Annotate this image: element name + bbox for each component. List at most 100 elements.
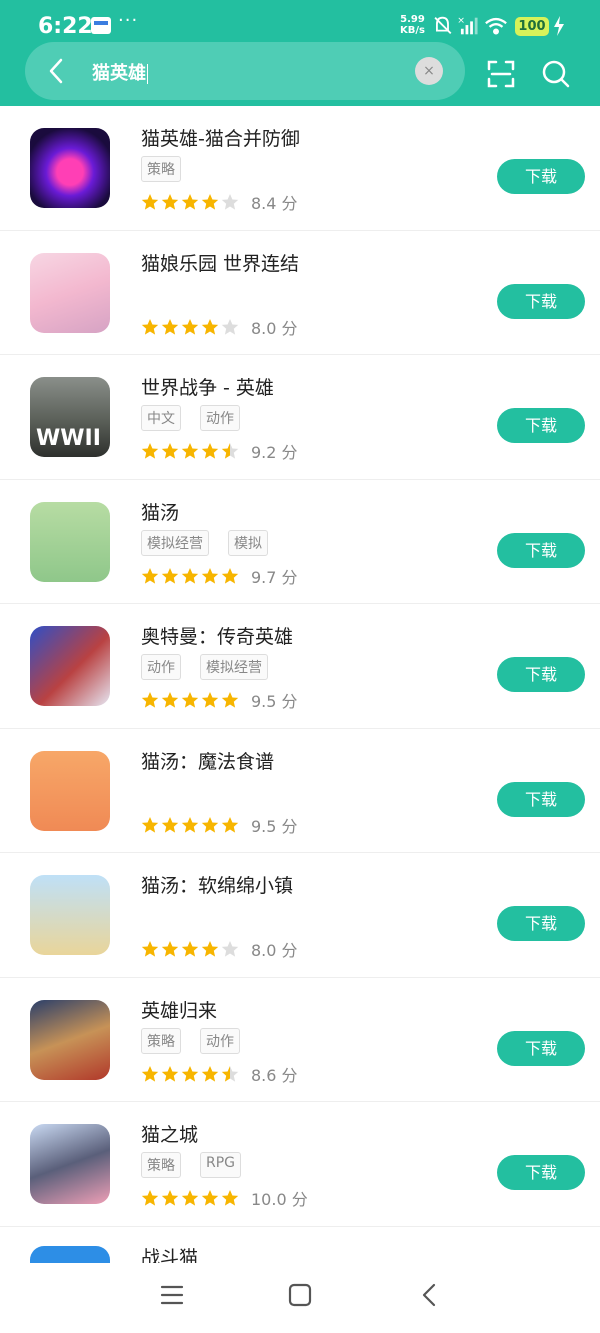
purple-cat-icon[interactable] bbox=[30, 128, 110, 208]
star-icon bbox=[161, 1065, 179, 1082]
app-name[interactable]: 英雄归来 bbox=[141, 996, 217, 1023]
star-rating bbox=[141, 193, 239, 211]
status-time: 6:22 bbox=[38, 14, 93, 39]
list-item[interactable]: 猫之城 策略 RPG 10.0 分 下载 bbox=[0, 1102, 600, 1227]
search-bar[interactable] bbox=[25, 42, 465, 100]
soldier-icon[interactable]: WWII bbox=[30, 377, 110, 457]
list-item[interactable]: 猫娘乐园 世界连结 8.0 分 下载 bbox=[0, 231, 600, 355]
rating: 9.5 分 bbox=[141, 688, 298, 712]
app-name[interactable]: 猫娘乐园 世界连结 bbox=[141, 249, 299, 276]
text-caret bbox=[147, 64, 148, 84]
star-icon bbox=[201, 318, 219, 335]
menu-icon[interactable] bbox=[160, 1283, 184, 1307]
category-tag: 策略 bbox=[141, 1027, 181, 1054]
svg-text:×: × bbox=[457, 15, 465, 26]
back-arrow-icon[interactable] bbox=[45, 57, 67, 85]
download-button[interactable]: 下载 bbox=[497, 657, 585, 692]
home-icon[interactable] bbox=[288, 1283, 312, 1307]
star-icon bbox=[201, 692, 219, 708]
star-rating bbox=[141, 318, 239, 336]
charging-icon bbox=[554, 16, 564, 36]
farmer-cat-icon[interactable] bbox=[30, 875, 110, 955]
wizard-cat-icon[interactable] bbox=[30, 750, 110, 831]
rating-score: 8.0 分 bbox=[251, 318, 298, 338]
catgirl-icon[interactable] bbox=[30, 252, 110, 333]
star-icon bbox=[221, 941, 239, 957]
star-icon bbox=[161, 443, 179, 459]
download-button[interactable]: 下载 bbox=[497, 906, 585, 941]
list-item[interactable]: 猫汤 模拟经营 模拟 9.7 分 下载 bbox=[0, 480, 600, 604]
app-name[interactable]: 世界战争 - 英雄 bbox=[141, 373, 274, 400]
star-icon bbox=[181, 941, 199, 957]
list-item[interactable]: 战斗猫 bbox=[0, 1230, 600, 1263]
download-button[interactable]: 下载 bbox=[497, 1030, 585, 1066]
app-name[interactable]: 猫之城 bbox=[141, 1120, 198, 1147]
rating: 8.4 分 bbox=[141, 190, 298, 214]
tag-list: 中文 动作 bbox=[141, 405, 240, 431]
list-item[interactable]: WWII 世界战争 - 英雄 中文 动作 9.2 分 下载 bbox=[0, 355, 600, 480]
list-item[interactable]: 猫英雄-猫合并防御 策略 8.4 分 下载 bbox=[0, 106, 600, 231]
category-tag: 动作 bbox=[141, 654, 181, 680]
category-tag: 动作 bbox=[200, 1027, 240, 1054]
star-icon bbox=[181, 816, 199, 833]
app-name[interactable]: 奥特曼：传奇英雄 bbox=[141, 622, 293, 649]
battle-cat-icon bbox=[30, 1246, 110, 1263]
app-name[interactable]: 猫汤 bbox=[141, 498, 179, 525]
thor-icon[interactable] bbox=[30, 999, 110, 1080]
search-query: 猫英雄 bbox=[92, 63, 146, 84]
anime-girl-icon[interactable] bbox=[30, 1124, 110, 1204]
category-tag: 策略 bbox=[141, 156, 181, 182]
download-button[interactable]: 下载 bbox=[497, 159, 585, 194]
star-icon bbox=[161, 318, 179, 335]
ultraman-icon[interactable] bbox=[30, 626, 110, 706]
star-icon bbox=[181, 567, 199, 584]
tag-list: 策略 bbox=[141, 156, 181, 182]
star-icon bbox=[181, 1065, 199, 1082]
star-icon bbox=[221, 567, 239, 584]
list-item[interactable]: 猫汤：软绵绵小镇 8.0 分 下载 bbox=[0, 853, 600, 978]
rating-score: 9.5 分 bbox=[251, 816, 298, 836]
scan-icon[interactable] bbox=[486, 59, 516, 89]
download-button[interactable]: 下载 bbox=[497, 283, 585, 319]
clear-search-button[interactable]: × bbox=[415, 57, 443, 85]
star-icon bbox=[221, 194, 239, 210]
star-icon bbox=[181, 692, 199, 708]
rating: 9.2 分 bbox=[141, 439, 298, 463]
wallet-icon bbox=[91, 17, 111, 34]
star-icon bbox=[141, 567, 159, 584]
star-rating bbox=[141, 567, 239, 585]
tag-list: 动作 模拟经营 bbox=[141, 654, 268, 680]
frog-cat-icon[interactable] bbox=[30, 501, 110, 582]
star-icon bbox=[161, 692, 179, 708]
list-item[interactable]: 猫汤：魔法食谱 9.5 分 下载 bbox=[0, 729, 600, 853]
star-rating bbox=[141, 940, 239, 958]
star-icon bbox=[221, 692, 239, 708]
rating-score: 8.0 分 bbox=[251, 941, 298, 960]
star-icon bbox=[161, 816, 179, 833]
tag-list: 模拟经营 模拟 bbox=[141, 529, 268, 556]
download-button[interactable]: 下载 bbox=[497, 781, 585, 817]
app-name[interactable]: 猫英雄-猫合并防御 bbox=[141, 124, 300, 151]
category-tag: 动作 bbox=[200, 405, 240, 431]
download-button[interactable]: 下载 bbox=[497, 408, 585, 443]
search-input[interactable]: 猫英雄 bbox=[92, 59, 148, 85]
star-icon bbox=[141, 1065, 159, 1082]
category-tag: 策略 bbox=[141, 1152, 181, 1178]
star-icon bbox=[161, 1190, 179, 1206]
app-name[interactable]: 猫汤：魔法食谱 bbox=[141, 747, 274, 774]
star-icon bbox=[221, 1065, 239, 1082]
rating: 10.0 分 bbox=[141, 1186, 308, 1210]
download-button[interactable]: 下载 bbox=[497, 532, 585, 568]
list-item[interactable]: 奥特曼：传奇英雄 动作 模拟经营 9.5 分 下载 bbox=[0, 604, 600, 729]
star-icon bbox=[161, 194, 179, 210]
battery-indicator: 100 bbox=[515, 17, 549, 36]
star-icon bbox=[141, 443, 159, 459]
download-button[interactable]: 下载 bbox=[497, 1155, 585, 1190]
nav-back-icon[interactable] bbox=[418, 1283, 442, 1307]
rating-score: 9.7 分 bbox=[251, 567, 298, 587]
star-icon bbox=[201, 194, 219, 210]
list-item[interactable]: 英雄归来 策略 动作 8.6 分 下载 bbox=[0, 978, 600, 1102]
app-name[interactable]: 猫汤：软绵绵小镇 bbox=[141, 871, 293, 898]
search-icon[interactable] bbox=[542, 59, 570, 89]
signal-icon: × bbox=[457, 15, 478, 35]
